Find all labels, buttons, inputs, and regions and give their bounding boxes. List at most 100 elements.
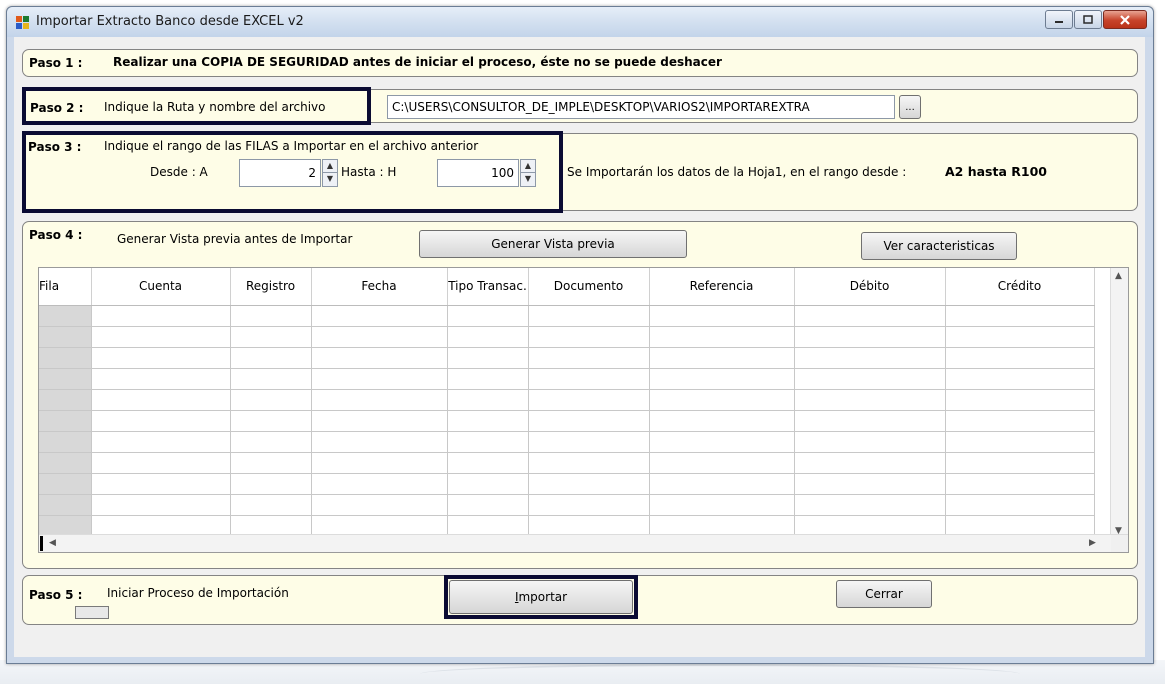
table-cell[interactable] bbox=[91, 368, 231, 390]
horizontal-scrollbar[interactable]: ◀ ▶ bbox=[39, 534, 1128, 552]
table-cell[interactable] bbox=[447, 410, 529, 432]
table-cell[interactable] bbox=[230, 494, 312, 516]
table-row[interactable] bbox=[39, 326, 1095, 348]
table-cell[interactable] bbox=[945, 452, 1095, 474]
column-header[interactable]: Tipo Transac. bbox=[447, 268, 529, 306]
table-row[interactable] bbox=[39, 473, 1095, 495]
table-row[interactable] bbox=[39, 410, 1095, 432]
row-header-cell[interactable] bbox=[39, 494, 92, 516]
table-cell[interactable] bbox=[945, 473, 1095, 495]
row-header-cell[interactable] bbox=[39, 431, 92, 453]
table-row[interactable] bbox=[39, 305, 1095, 327]
table-cell[interactable] bbox=[91, 473, 231, 495]
table-cell[interactable] bbox=[91, 305, 231, 327]
table-cell[interactable] bbox=[945, 326, 1095, 348]
desde-input[interactable]: 2 bbox=[239, 159, 321, 187]
table-cell[interactable] bbox=[311, 473, 448, 495]
table-cell[interactable] bbox=[945, 431, 1095, 453]
table-cell[interactable] bbox=[311, 494, 448, 516]
table-cell[interactable] bbox=[311, 305, 448, 327]
row-header-cell[interactable] bbox=[39, 305, 92, 327]
table-cell[interactable] bbox=[794, 389, 946, 411]
spin-up-icon[interactable]: ▲ bbox=[521, 160, 535, 173]
table-cell[interactable] bbox=[91, 389, 231, 411]
table-cell[interactable] bbox=[311, 410, 448, 432]
import-button[interactable]: Importar bbox=[449, 580, 633, 614]
table-cell[interactable] bbox=[230, 431, 312, 453]
table-cell[interactable] bbox=[91, 431, 231, 453]
table-cell[interactable] bbox=[649, 305, 795, 327]
spin-down-icon[interactable]: ▼ bbox=[323, 173, 337, 186]
table-cell[interactable] bbox=[311, 389, 448, 411]
browse-button[interactable]: ... bbox=[899, 95, 921, 119]
table-cell[interactable] bbox=[794, 410, 946, 432]
table-cell[interactable] bbox=[794, 431, 946, 453]
table-cell[interactable] bbox=[649, 494, 795, 516]
table-cell[interactable] bbox=[528, 347, 650, 369]
table-cell[interactable] bbox=[794, 473, 946, 495]
table-cell[interactable] bbox=[447, 389, 529, 411]
row-header-cell[interactable] bbox=[39, 347, 92, 369]
table-cell[interactable] bbox=[528, 431, 650, 453]
table-cell[interactable] bbox=[794, 452, 946, 474]
column-header[interactable]: Cuenta bbox=[91, 268, 231, 306]
table-cell[interactable] bbox=[794, 368, 946, 390]
row-header-cell[interactable] bbox=[39, 452, 92, 474]
table-cell[interactable] bbox=[945, 410, 1095, 432]
table-cell[interactable] bbox=[447, 452, 529, 474]
table-cell[interactable] bbox=[230, 452, 312, 474]
table-cell[interactable] bbox=[447, 494, 529, 516]
column-header[interactable]: Registro bbox=[230, 268, 312, 306]
row-header-cell[interactable] bbox=[39, 473, 92, 495]
scroll-right-icon[interactable]: ▶ bbox=[1089, 538, 1096, 548]
table-cell[interactable] bbox=[945, 305, 1095, 327]
table-cell[interactable] bbox=[230, 473, 312, 495]
table-row[interactable] bbox=[39, 431, 1095, 453]
spin-down-icon[interactable]: ▼ bbox=[521, 173, 535, 186]
title-bar[interactable]: Importar Extracto Banco desde EXCEL v2 bbox=[7, 7, 1153, 37]
minimize-button[interactable] bbox=[1045, 10, 1073, 29]
table-cell[interactable] bbox=[649, 452, 795, 474]
hasta-input[interactable]: 100 bbox=[437, 159, 519, 187]
table-cell[interactable] bbox=[649, 410, 795, 432]
column-header[interactable]: Referencia bbox=[649, 268, 795, 306]
vertical-scrollbar[interactable]: ▲ ▼ bbox=[1110, 268, 1128, 548]
column-header[interactable]: Fila bbox=[39, 268, 92, 306]
table-cell[interactable] bbox=[528, 326, 650, 348]
table-cell[interactable] bbox=[230, 389, 312, 411]
table-cell[interactable] bbox=[447, 305, 529, 327]
table-cell[interactable] bbox=[794, 326, 946, 348]
column-header[interactable]: Débito bbox=[794, 268, 946, 306]
table-cell[interactable] bbox=[447, 473, 529, 495]
table-cell[interactable] bbox=[528, 305, 650, 327]
table-cell[interactable] bbox=[528, 389, 650, 411]
preview-button[interactable]: Generar Vista previa bbox=[419, 230, 687, 258]
row-header-cell[interactable] bbox=[39, 326, 92, 348]
hasta-spinner[interactable]: ▲ ▼ bbox=[520, 159, 536, 187]
column-header[interactable]: Documento bbox=[528, 268, 650, 306]
table-cell[interactable] bbox=[311, 452, 448, 474]
table-cell[interactable] bbox=[91, 326, 231, 348]
table-cell[interactable] bbox=[91, 452, 231, 474]
maximize-button[interactable] bbox=[1074, 10, 1102, 29]
table-cell[interactable] bbox=[311, 326, 448, 348]
table-cell[interactable] bbox=[649, 368, 795, 390]
table-cell[interactable] bbox=[794, 494, 946, 516]
table-cell[interactable] bbox=[230, 347, 312, 369]
table-cell[interactable] bbox=[528, 410, 650, 432]
row-header-cell[interactable] bbox=[39, 410, 92, 432]
table-cell[interactable] bbox=[945, 389, 1095, 411]
table-cell[interactable] bbox=[794, 305, 946, 327]
table-row[interactable] bbox=[39, 389, 1095, 411]
table-cell[interactable] bbox=[528, 473, 650, 495]
spin-up-icon[interactable]: ▲ bbox=[323, 160, 337, 173]
close-button[interactable]: Cerrar bbox=[836, 580, 932, 608]
preview-grid[interactable]: Fila Cuenta Registro Fecha Tipo Transac. Docu… bbox=[38, 267, 1129, 553]
table-row[interactable] bbox=[39, 494, 1095, 516]
table-cell[interactable] bbox=[945, 347, 1095, 369]
table-cell[interactable] bbox=[528, 368, 650, 390]
table-cell[interactable] bbox=[945, 494, 1095, 516]
table-cell[interactable] bbox=[447, 368, 529, 390]
table-cell[interactable] bbox=[91, 347, 231, 369]
column-header[interactable]: Fecha bbox=[311, 268, 448, 306]
